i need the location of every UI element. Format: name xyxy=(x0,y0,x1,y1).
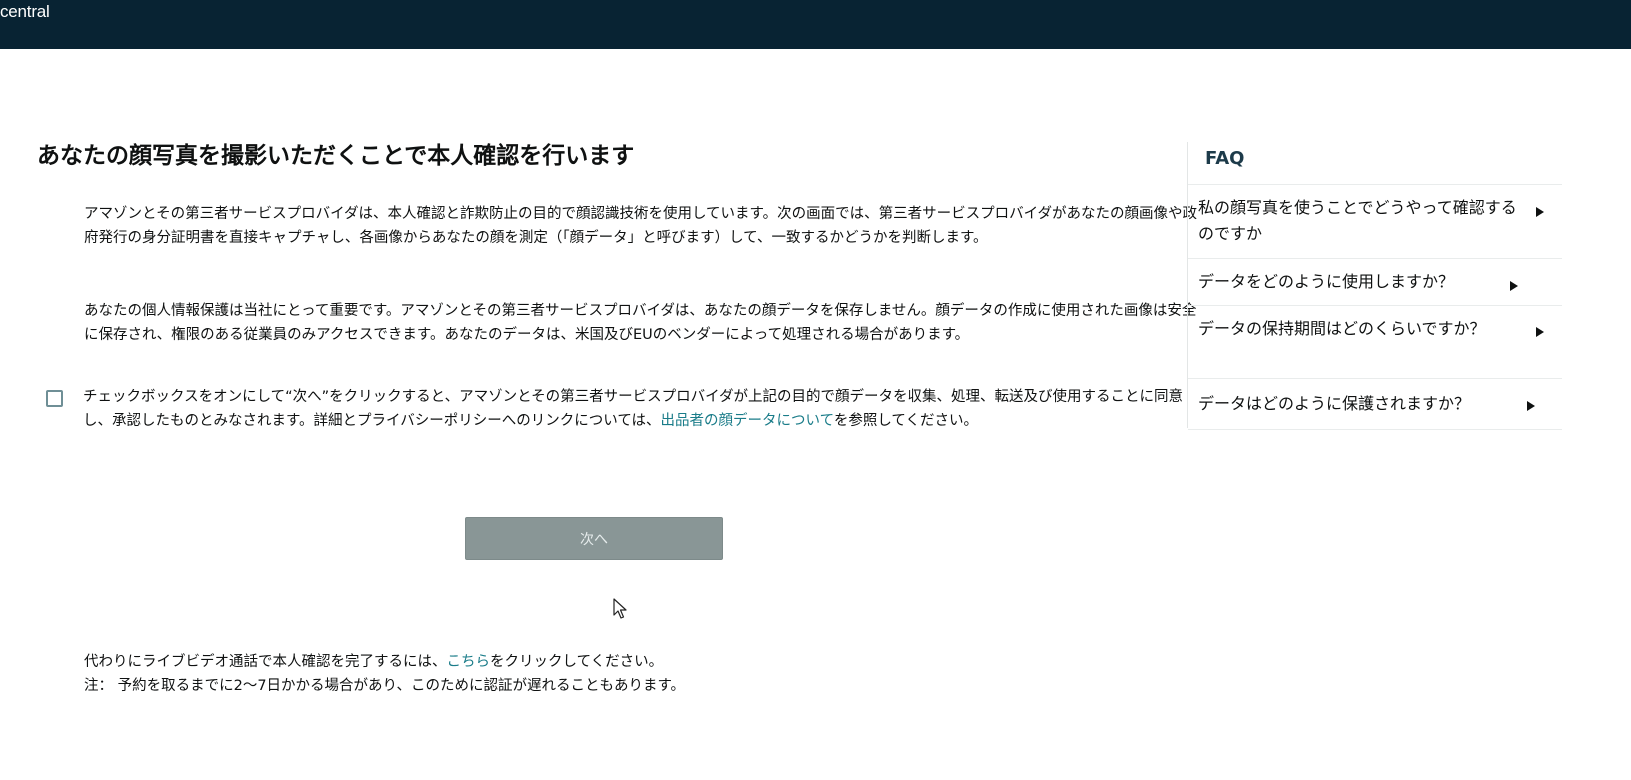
faq-item-label: データはどのように保護されますか？ xyxy=(1198,394,1471,413)
faq-panel: FAQ 私の顔写真を使うことでどうやって確認するのですか データをどのように使用… xyxy=(1187,142,1562,430)
consent-checkbox[interactable] xyxy=(46,390,63,407)
video-call-line: 代わりにライブビデオ通話で本人確認を完了するには、こちらをクリックしてください。 xyxy=(84,654,664,670)
alternative-verification-note: 代わりにライブビデオ通話で本人確認を完了するには、こちらをクリックしてください。… xyxy=(84,650,685,698)
privacy-description: あなたの個人情報保護は当社にとって重要です。アマゾンとその第三者サービスプロバイ… xyxy=(84,303,1197,343)
seller-central-logo[interactable]: central xyxy=(0,2,50,22)
triangle-right-icon xyxy=(1527,401,1535,411)
faq-item-data-usage[interactable]: データをどのように使用しますか？ xyxy=(1188,258,1562,306)
faq-item-how-verify[interactable]: 私の顔写真を使うことでどうやって確認するのですか xyxy=(1188,184,1562,259)
consent-label: チェックボックスをオンにして“次へ”をクリックすると、アマゾンとその第三者サービ… xyxy=(83,385,1203,433)
video-call-link[interactable]: こちら xyxy=(447,654,491,670)
faq-item-retention[interactable]: データの保持期間はどのくらいですか？ xyxy=(1188,305,1562,379)
triangle-right-icon xyxy=(1510,281,1518,291)
main-content: あなたの顔写真を撮影いただくことで本人確認を行います アマゾンとその第三者サービ… xyxy=(37,138,1197,429)
delay-note: 注： 予約を取るまでに2〜7日かかる場合があり、このために認証が遅れることもあり… xyxy=(84,678,686,694)
next-button[interactable]: 次へ xyxy=(465,517,723,560)
faq-item-label: データをどのように使用しますか？ xyxy=(1198,272,1455,291)
consent-text-before: チェックボックスをオンにして“次へ”をクリックすると、アマゾンとその第三者サービ… xyxy=(83,389,1184,429)
seller-face-data-link[interactable]: 出品者の顔データについて xyxy=(661,413,834,429)
face-recognition-description: アマゾンとその第三者サービスプロバイダは、本人確認と詐欺防止の目的で顔認識技術を… xyxy=(84,206,1198,246)
consent-text-after: を参照してください。 xyxy=(833,413,978,429)
triangle-right-icon xyxy=(1536,207,1544,217)
triangle-right-icon xyxy=(1536,327,1544,337)
faq-item-label: 私の顔写真を使うことでどうやって確認するのですか xyxy=(1198,198,1517,243)
mouse-pointer-icon xyxy=(613,598,627,619)
faq-title: FAQ xyxy=(1205,148,1245,169)
faq-item-label: データの保持期間はどのくらいですか？ xyxy=(1198,319,1486,338)
top-nav-bar: central xyxy=(0,0,1631,49)
faq-item-protection[interactable]: データはどのように保護されますか？ xyxy=(1188,378,1562,430)
page-title: あなたの顔写真を撮影いただくことで本人確認を行います xyxy=(37,143,635,169)
